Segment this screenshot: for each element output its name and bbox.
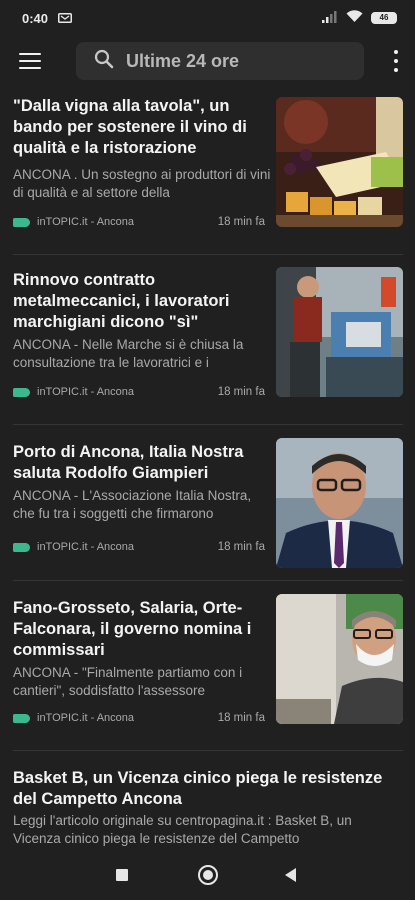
article-title: Fano-Grosseto, Salaria, Orte-Falconara, …: [13, 599, 252, 659]
more-vert-icon[interactable]: [393, 50, 399, 72]
system-nav-bar: [0, 852, 415, 900]
article-title: "Dalla vigna alla tavola", un bando per …: [13, 97, 247, 157]
wifi-icon: [346, 10, 363, 26]
article-thumbnail[interactable]: [276, 97, 403, 227]
article-meta: inTOPIC.it - Ancona 18 min fa: [13, 384, 265, 400]
divider: [13, 750, 403, 751]
article-time: 18 min fa: [217, 386, 265, 398]
article-source: inTOPIC.it - Ancona: [37, 541, 135, 553]
search-icon: [94, 49, 114, 74]
notification-icon: [58, 11, 73, 26]
article-source: inTOPIC.it - Ancona: [37, 712, 135, 724]
signal-icon: [322, 10, 338, 26]
divider: [13, 424, 403, 425]
app-bar: Ultime 24 ore: [0, 36, 415, 86]
status-right: 46: [322, 10, 397, 26]
divider: [13, 254, 403, 255]
article-thumbnail[interactable]: [276, 438, 403, 568]
article-card[interactable]: Basket B, un Vicenza cinico piega le res…: [0, 754, 415, 854]
article-time: 18 min fa: [217, 216, 265, 228]
article-source: inTOPIC.it - Ancona: [37, 386, 135, 398]
status-bar: 0:40 46: [0, 0, 415, 36]
search-label: Ultime 24 ore: [126, 50, 240, 71]
source-tag-icon: [13, 387, 30, 397]
article-card[interactable]: Porto di Ancona, Italia Nostra saluta Ro…: [0, 428, 415, 578]
home-icon[interactable]: [198, 865, 218, 885]
source-tag-icon: [13, 217, 30, 227]
article-time: 18 min fa: [217, 712, 265, 724]
article-summary: ANCONA - L'Associazione Italia Nostra, c…: [13, 488, 252, 521]
article-time: 18 min fa: [217, 541, 265, 553]
article-card[interactable]: Rinnovo contratto metalmeccanici, i lavo…: [0, 258, 415, 418]
source-tag-icon: [13, 713, 30, 723]
battery-icon: 46: [371, 12, 397, 24]
article-thumbnail[interactable]: [276, 267, 403, 397]
article-card[interactable]: Fano-Grosseto, Salaria, Orte-Falconara, …: [0, 584, 415, 744]
article-summary: ANCONA . Un sostegno ai produttori di vi…: [13, 167, 271, 200]
status-left: 0:40: [22, 10, 73, 26]
article-source: inTOPIC.it - Ancona: [37, 216, 135, 228]
article-title: Porto di Ancona, Italia Nostra saluta Ro…: [13, 443, 244, 482]
article-summary: Leggi l'articolo originale su centropagi…: [13, 813, 352, 846]
status-time: 0:40: [22, 10, 49, 26]
article-summary: ANCONA - Nelle Marche si è chiusa la con…: [13, 337, 244, 370]
source-tag-icon: [13, 542, 30, 552]
divider: [13, 580, 403, 581]
article-summary: ANCONA - "Finalmente partiamo con i cant…: [13, 665, 243, 698]
article-card[interactable]: "Dalla vigna alla tavola", un bando per …: [0, 86, 415, 250]
article-title: Rinnovo contratto metalmeccanici, i lavo…: [13, 271, 230, 331]
article-thumbnail[interactable]: [276, 594, 403, 724]
article-meta: inTOPIC.it - Ancona 18 min fa: [13, 539, 265, 555]
article-title: Basket B, un Vicenza cinico piega le res…: [13, 769, 383, 808]
search-bar[interactable]: Ultime 24 ore: [76, 42, 364, 80]
back-icon[interactable]: [285, 868, 296, 882]
article-meta: inTOPIC.it - Ancona 18 min fa: [13, 710, 265, 726]
menu-icon[interactable]: [16, 49, 44, 73]
article-meta: inTOPIC.it - Ancona 18 min fa: [13, 214, 265, 230]
recents-icon[interactable]: [116, 869, 128, 881]
